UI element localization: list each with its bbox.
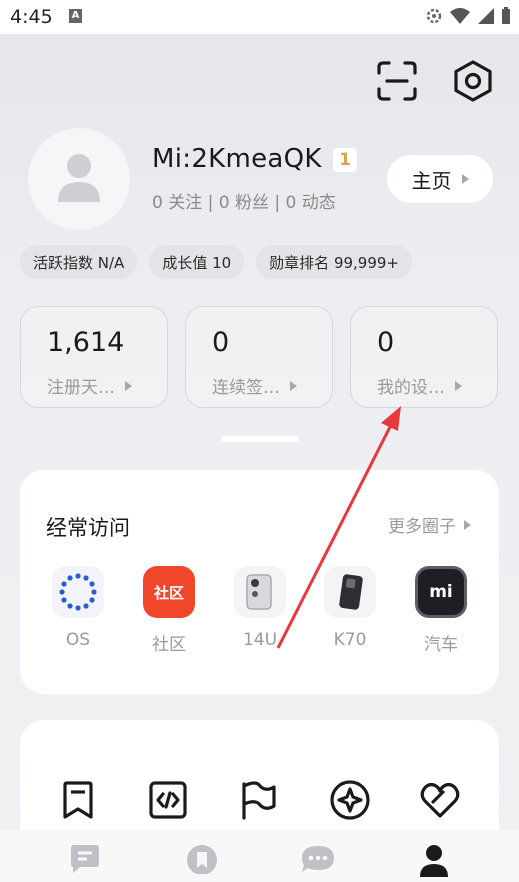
stat-value: 0 [212, 327, 230, 358]
mi-car-icon: mi [415, 566, 467, 618]
stat-label: 注册天… [47, 373, 132, 398]
phone-k70-icon [324, 566, 376, 618]
homepage-label: 主页 [411, 168, 452, 193]
app-community[interactable]: 社区 社区 [129, 566, 209, 655]
more-circles-link[interactable]: 更多圈子 [388, 512, 471, 537]
app-14u[interactable]: 14U [220, 566, 300, 650]
explore-button[interactable] [326, 776, 374, 824]
favorites-button[interactable] [54, 776, 102, 824]
stat-card-checkin[interactable]: 0 连续签… [185, 306, 333, 408]
scan-icon [377, 61, 417, 101]
signal-icon [478, 8, 494, 24]
username: Mi:2KmeaQK [152, 144, 322, 174]
bookmark-tab-icon [187, 845, 217, 875]
stat-value: 0 [377, 327, 395, 358]
homepage-button[interactable]: 主页 [387, 155, 493, 203]
tab-feed[interactable] [68, 844, 102, 878]
flag-icon [242, 781, 276, 820]
heart-icon [420, 782, 460, 818]
status-time: 4:45 [10, 6, 53, 28]
stat-label: 我的设… [377, 373, 462, 398]
stat-label: 连续签… [212, 373, 297, 398]
frequent-visits-card: 经常访问 更多圈子 OS 社区 社区 14U K70 mi 汽车 [20, 470, 499, 694]
phone-14u-icon [234, 566, 286, 618]
dev-tools-button[interactable] [144, 776, 192, 824]
app-k70[interactable]: K70 [310, 566, 390, 650]
app-os[interactable]: OS [38, 566, 118, 650]
app-label: OS [65, 630, 91, 650]
chevron-right-icon [290, 380, 297, 391]
profile-chips: 活跃指数 N/A 成长值 10 勋章排名 99,999+ [20, 245, 412, 279]
status-icons [425, 7, 511, 25]
settings-button[interactable] [451, 59, 495, 107]
status-bar: 4:45 A [0, 0, 519, 34]
level-badge: 1 [333, 148, 357, 172]
chevron-right-icon [461, 174, 469, 184]
chevron-right-icon [125, 380, 132, 391]
stat-card-register-days[interactable]: 1,614 注册天… [20, 306, 168, 408]
growth-value-chip[interactable]: 成长值 10 [149, 245, 245, 279]
app-label: K70 [333, 630, 367, 650]
stat-card-devices[interactable]: 0 我的设… [350, 306, 498, 408]
follow-stats[interactable]: 0 关注 | 0 粉丝 | 0 动态 [152, 188, 336, 213]
app-label: 社区 [152, 635, 186, 655]
bookmark-icon [63, 781, 93, 819]
default-user-icon [58, 154, 100, 202]
likes-button[interactable] [416, 776, 464, 824]
stat-value: 1,614 [47, 327, 125, 358]
compass-star-icon [330, 780, 370, 820]
section-title: 经常访问 [46, 516, 130, 540]
tab-profile[interactable] [419, 844, 449, 882]
page-indicator [221, 436, 299, 442]
settings-gear-small-icon [426, 8, 442, 24]
bottom-tab-bar [0, 830, 519, 882]
chevron-right-icon [464, 519, 471, 530]
community-icon: 社区 [143, 566, 195, 618]
settings-hex-icon [454, 60, 492, 102]
app-label: 汽车 [424, 635, 458, 655]
tab-bookmarks[interactable] [186, 844, 218, 878]
activity-index-chip[interactable]: 活跃指数 N/A [20, 245, 138, 279]
code-icon [149, 781, 187, 819]
os-ring-icon [52, 566, 104, 618]
wifi-icon [450, 8, 470, 24]
avatar[interactable] [28, 128, 130, 230]
chevron-right-icon [455, 380, 462, 391]
battery-icon [502, 7, 510, 24]
notification-a-icon: A [69, 9, 82, 23]
badge-rank-chip[interactable]: 勋章排名 99,999+ [256, 245, 412, 279]
flag-button[interactable] [234, 776, 282, 824]
app-car[interactable]: mi 汽车 [401, 566, 481, 655]
scan-button[interactable] [375, 59, 419, 107]
profile-icon [420, 845, 448, 877]
tab-messages[interactable] [300, 844, 336, 878]
chat-icon [302, 846, 334, 872]
feed-icon [71, 845, 99, 873]
app-label: 14U [242, 630, 278, 650]
